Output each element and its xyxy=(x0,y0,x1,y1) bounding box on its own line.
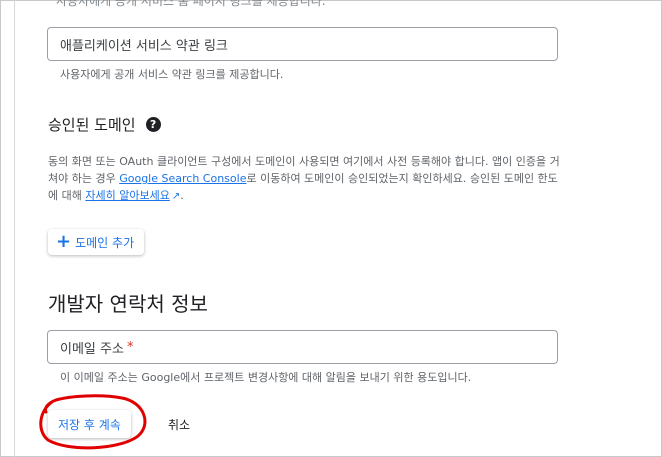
authorized-domains-title-text: 승인된 도메인 xyxy=(48,116,136,134)
email-placeholder: 이메일 주소 xyxy=(60,341,124,357)
authorized-domains-description: 동의 화면 또는 OAuth 클라이언트 구성에서 도메인이 사용되면 여기에서… xyxy=(48,153,563,205)
cancel-button[interactable]: 취소 xyxy=(168,410,190,438)
truncated-helper-text: 사용자에게 공개 서비스 홈 페이지 링크를 제공합니다. xyxy=(56,0,326,8)
left-divider xyxy=(14,0,15,457)
add-domain-button[interactable]: + 도메인 추가 xyxy=(48,229,145,255)
required-mark: * xyxy=(126,339,134,355)
cancel-label: 취소 xyxy=(168,417,191,432)
tos-link-field[interactable]: 애플리케이션 서비스 약관 링크 xyxy=(47,27,558,61)
tos-link-helper: 사용자에게 공개 서비스 약관 링크를 제공합니다. xyxy=(60,68,284,81)
google-search-console-link[interactable]: Google Search Console xyxy=(119,172,246,185)
tos-link-placeholder: 애플리케이션 서비스 약관 링크 xyxy=(60,38,228,54)
red-annotation-circle xyxy=(39,394,147,450)
learn-more-link[interactable]: 자세히 알아보세요 xyxy=(85,189,169,202)
developer-email-helper: 이 이메일 주소는 Google에서 프로젝트 변경사항에 대해 알림을 보내기… xyxy=(60,371,472,384)
authorized-domains-title: 승인된 도메인 ? xyxy=(48,114,161,135)
help-circle-icon[interactable]: ? xyxy=(145,117,161,132)
open-in-new-icon: ↗ xyxy=(171,191,181,202)
developer-email-field[interactable]: 이메일 주소 * xyxy=(47,330,558,364)
desc-suffix: . xyxy=(180,189,184,202)
plus-icon: + xyxy=(56,231,72,252)
developer-contact-title: 개발자 연락처 정보 xyxy=(48,292,208,316)
add-domain-label: 도메인 추가 xyxy=(75,235,135,250)
